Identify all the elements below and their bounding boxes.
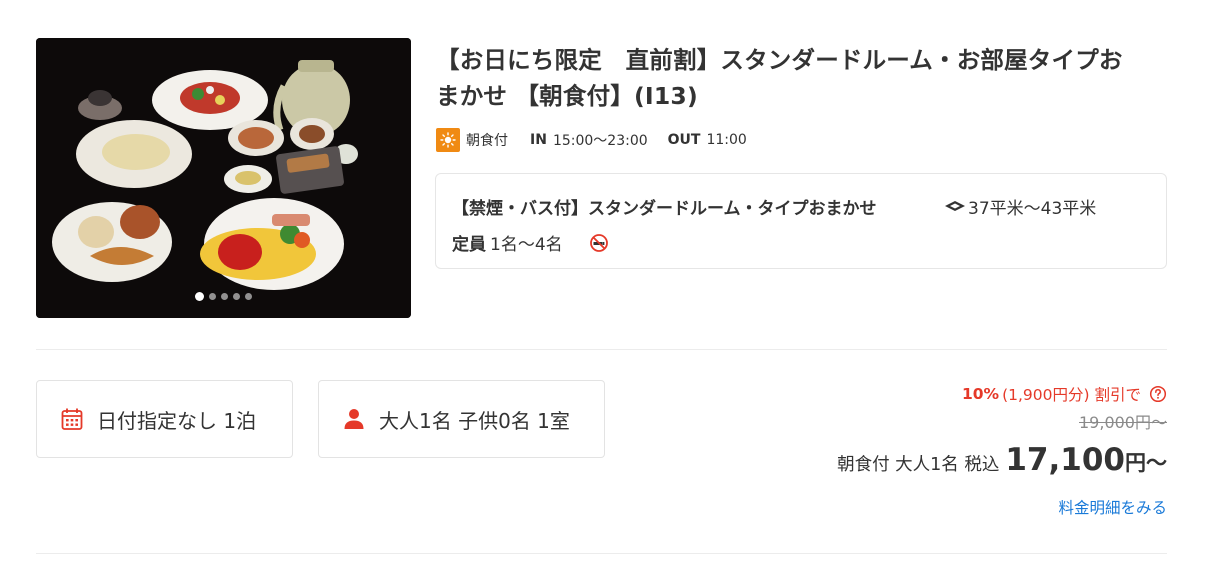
discount-detail: (1,900円分) 割引で	[1002, 386, 1141, 404]
final-price-row: 朝食付 大人1名 税込 17,100 円〜	[837, 442, 1167, 484]
capacity-label: 定員	[452, 235, 486, 255]
price-breakdown-link[interactable]: 料金明細をみる	[837, 496, 1167, 518]
carousel-dot[interactable]	[221, 293, 228, 300]
final-price-unit: 円〜	[1125, 451, 1167, 475]
plan-title[interactable]: 【お日にち限定 直前割】スタンダードルーム・お部屋タイプお まかせ 【朝食付】(…	[436, 42, 1176, 114]
room-info-card[interactable]: 【禁煙・バス付】スタンダードルーム・タイプおまかせ 37平米〜43平米 定員 1…	[435, 173, 1167, 269]
carousel-dot[interactable]	[233, 293, 240, 300]
original-price: 19,000円〜	[1079, 413, 1167, 432]
divider	[36, 349, 1167, 350]
carousel-dots	[36, 292, 411, 301]
room-plan-photo[interactable]	[36, 38, 411, 318]
checkin-key: IN	[530, 132, 547, 148]
divider	[36, 553, 1167, 554]
final-price-amount: 17,100	[1005, 442, 1125, 478]
room-area: 37平米〜43平米	[944, 194, 1096, 219]
room-area-value: 37平米〜43平米	[968, 199, 1097, 219]
carousel-dot[interactable]	[209, 293, 216, 300]
no-smoking-icon	[589, 233, 609, 253]
room-name: 【禁煙・バス付】スタンダードルーム・タイプおまかせ	[452, 199, 877, 219]
capacity-value: 1名〜4名	[490, 235, 563, 255]
calendar-icon	[61, 407, 83, 431]
guest-selector-label: 大人1名 子供0名 1室	[379, 408, 570, 433]
capacity-row: 定員 1名〜4名	[452, 230, 609, 255]
breakfast-photo-illustration	[36, 38, 411, 318]
discount-percent: 10%	[961, 385, 1000, 403]
help-circle-icon[interactable]	[1149, 385, 1167, 403]
date-selector-label: 日付指定なし 1泊	[97, 408, 257, 433]
discount-line: 10% (1,900円分) 割引で	[837, 380, 1167, 408]
checkout-key: OUT	[667, 132, 701, 148]
person-icon	[343, 408, 365, 430]
floor-area-icon	[944, 200, 966, 214]
price-panel: 10% (1,900円分) 割引で 19,000円〜 朝食付 大人1名 税込 1…	[837, 380, 1167, 518]
final-price-description: 朝食付 大人1名 税込	[837, 455, 1000, 475]
checkout-time: 11:00	[706, 132, 747, 148]
date-selector-button[interactable]: 日付指定なし 1泊	[36, 380, 293, 458]
guest-selector-button[interactable]: 大人1名 子供0名 1室	[318, 380, 605, 458]
sun-icon	[436, 128, 460, 152]
carousel-dot[interactable]	[245, 293, 252, 300]
checkin-time: 15:00〜23:00	[552, 133, 648, 149]
carousel-dot[interactable]	[195, 292, 204, 301]
plan-meta-row: 朝食付 IN 15:00〜23:00 OUT 11:00	[436, 128, 767, 152]
meal-label: 朝食付	[466, 133, 508, 149]
